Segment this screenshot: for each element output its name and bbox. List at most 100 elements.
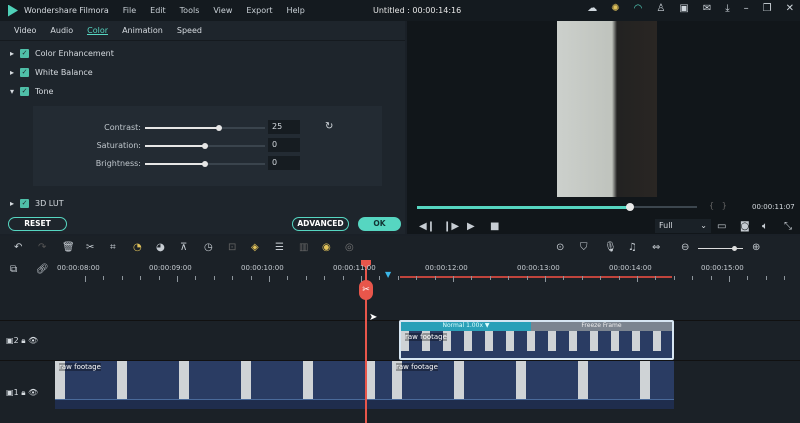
mail-icon[interactable]: ✉ <box>703 3 711 14</box>
camera-icon[interactable]: ◙ <box>740 221 750 232</box>
reset-icon[interactable]: ↻ <box>325 121 333 132</box>
section-color-enhancement[interactable]: ▸ ✓ Color Enhancement <box>10 49 114 58</box>
color-icon[interactable]: ◕ <box>156 242 165 253</box>
zoom-slider[interactable] <box>698 246 743 251</box>
account-icon[interactable]: ♙ <box>656 3 665 14</box>
redo-icon[interactable]: ↷ <box>38 242 46 253</box>
tab-speed[interactable]: Speed <box>177 26 202 35</box>
ruler-tick <box>637 276 638 282</box>
split-scissors-icon[interactable]: ✂ <box>359 280 373 300</box>
menu-file[interactable]: File <box>123 6 136 15</box>
delete-icon[interactable]: 🗑︎ <box>62 242 75 253</box>
playback-knob[interactable] <box>625 203 634 211</box>
headset-icon[interactable]: ◠ <box>634 3 643 14</box>
tab-color[interactable]: Color <box>87 26 109 35</box>
minimize-icon[interactable]: – <box>744 3 749 14</box>
play-icon[interactable]: ▶ <box>467 221 475 232</box>
collapse-arrow-icon[interactable]: ▾ <box>10 87 14 96</box>
section-tone[interactable]: ▾ ✓ Tone <box>10 87 53 96</box>
ruler-tick <box>397 276 399 280</box>
tab-audio[interactable]: Audio <box>50 26 73 35</box>
zoom-out-icon[interactable]: ⊖ <box>681 242 689 253</box>
freeze-frame-label[interactable]: Freeze Frame <box>531 322 672 331</box>
checkbox[interactable]: ✓ <box>20 199 30 208</box>
quality-select[interactable]: Full ⌄ <box>655 219 711 233</box>
saturation-input[interactable]: 0 <box>268 138 300 152</box>
prev-frame-icon[interactable]: ◀❙ <box>419 221 435 232</box>
ruler-label: 00:00:12:00 <box>425 264 468 272</box>
fullscreen-icon[interactable]: ⤡ <box>784 221 792 232</box>
ruler-label: 00:00:11:00 <box>333 264 376 272</box>
audio-mix-icon[interactable]: ♫ <box>628 242 637 253</box>
expand-arrow-icon[interactable]: ▸ <box>10 68 14 77</box>
clip-raw-footage-2[interactable]: raw footage <box>392 361 674 399</box>
menu-help[interactable]: Help <box>287 6 305 15</box>
menu-tools[interactable]: Tools <box>180 6 200 15</box>
mouse-cursor-icon: ➤ <box>369 312 378 323</box>
menu-view[interactable]: View <box>213 6 232 15</box>
motion-icon[interactable]: ◉ <box>322 242 331 253</box>
brightness-input[interactable]: 0 <box>268 156 300 170</box>
checkbox[interactable]: ✓ <box>20 68 30 77</box>
zoom-in-icon[interactable]: ⊕ <box>752 242 760 253</box>
menu-export[interactable]: Export <box>246 6 272 15</box>
timeline: ↶ ↷ 🗑︎ ✂ ⌗ ◔ ◕ ⊼ ◷ ⊡ ◈ ☰ ▥ ◉ ◎ ⊙ ⛉ 🎙︎ ♫ … <box>0 236 800 423</box>
ruler-tick <box>545 276 546 282</box>
display-icon[interactable]: ▭ <box>717 221 726 232</box>
adjust-icon[interactable]: ☰ <box>275 242 284 253</box>
checkbox[interactable]: ✓ <box>20 87 30 96</box>
close-icon[interactable]: ✕ <box>786 3 794 14</box>
green-screen-icon[interactable]: ⊼ <box>180 242 187 253</box>
speed-label[interactable]: Normal 1.00x ▼ <box>401 322 531 331</box>
checkbox[interactable]: ✓ <box>20 49 30 58</box>
ruler-tick <box>361 276 362 282</box>
ai-icon[interactable]: ◎ <box>345 242 354 253</box>
ruler-tick <box>563 276 565 280</box>
link-icon[interactable]: 🔗︎ <box>36 264 49 275</box>
contrast-slider[interactable] <box>145 125 265 131</box>
undo-icon[interactable]: ↶ <box>14 242 22 253</box>
render-icon[interactable]: ⊙ <box>556 242 564 253</box>
marker-icon[interactable]: ▼ <box>385 270 391 279</box>
bulb-icon[interactable]: ✺ <box>611 3 619 14</box>
keyframe-icon[interactable]: ◈ <box>251 242 259 253</box>
ok-button[interactable]: OK <box>358 217 401 231</box>
download-icon[interactable]: ⤓ <box>725 3 729 14</box>
ruler-tick <box>784 276 786 280</box>
fit-icon[interactable]: ⇔ <box>652 242 660 253</box>
menu-edit[interactable]: Edit <box>150 6 166 15</box>
stabilize-icon[interactable]: ▥ <box>299 242 308 253</box>
section-3d-lut[interactable]: ▸ ✓ 3D LUT <box>10 199 64 208</box>
contrast-input[interactable]: 25 <box>268 120 300 134</box>
brightness-slider[interactable] <box>145 161 265 167</box>
volume-icon[interactable]: 🔈︎ <box>762 221 768 232</box>
stop-icon[interactable]: ■ <box>490 221 499 232</box>
add-track-icon[interactable]: ⧉ <box>10 264 17 275</box>
tab-animation[interactable]: Animation <box>122 26 163 35</box>
tab-video[interactable]: Video <box>14 26 36 35</box>
crop-icon[interactable]: ⌗ <box>110 242 116 253</box>
cloud-icon[interactable]: ☁ <box>587 3 597 14</box>
mark-in-out-icon[interactable]: { } <box>709 201 727 210</box>
next-frame-icon[interactable]: ❙▶ <box>443 221 459 232</box>
ruler-tick <box>232 276 234 280</box>
timer-icon[interactable]: ◷ <box>204 242 213 253</box>
expand-arrow-icon[interactable]: ▸ <box>10 49 14 58</box>
saturation-slider[interactable] <box>145 143 265 149</box>
cut-icon[interactable]: ✂ <box>86 242 94 253</box>
marker-icon[interactable]: ⛉ <box>580 242 588 253</box>
mic-icon[interactable]: 🎙︎ <box>604 242 617 253</box>
speed-icon[interactable]: ◔ <box>133 242 142 253</box>
expand-arrow-icon[interactable]: ▸ <box>10 199 14 208</box>
save-icon[interactable]: ▣ <box>679 3 688 14</box>
zoom-fit-icon[interactable]: ⊡ <box>228 242 236 253</box>
playback-progress[interactable] <box>417 206 630 209</box>
reset-button[interactable]: RESET <box>8 217 67 231</box>
section-white-balance[interactable]: ▸ ✓ White Balance <box>10 68 93 77</box>
selected-clip[interactable]: Normal 1.00x ▼ Freeze Frame raw footage <box>399 320 674 360</box>
playback-track[interactable] <box>631 206 697 208</box>
clip-raw-footage-1[interactable]: raw footage <box>55 361 392 399</box>
advanced-button[interactable]: ADVANCED <box>292 217 349 231</box>
ruler-label: 00:00:08:00 <box>57 264 100 272</box>
restore-icon[interactable]: ❐ <box>763 3 772 14</box>
